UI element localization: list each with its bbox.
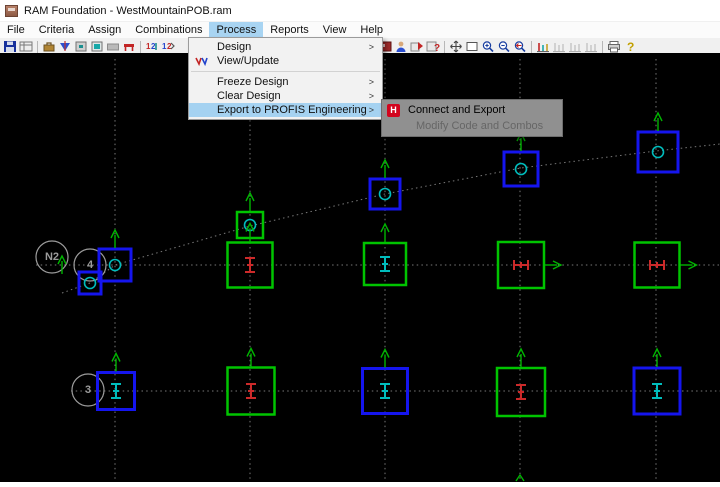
show-beams-icon (551, 40, 567, 54)
menu-item-label: Export to PROFIS Engineering (217, 104, 367, 116)
process-menu-item-design[interactable]: Design > (189, 40, 382, 54)
show-walls-icon (567, 40, 583, 54)
grid-bubble-3: 3 (71, 373, 105, 407)
menu-item-label: View/Update (217, 55, 280, 67)
title-bar: RAM Foundation - WestMountainPOB.ram (0, 0, 720, 22)
slab-icon[interactable] (105, 40, 121, 54)
profis-submenu-item-connect-and-export[interactable]: H Connect and Export (382, 102, 562, 118)
foundation-5[interactable] (636, 111, 680, 174)
menu-item-label: Freeze Design (217, 76, 289, 88)
pan-icon[interactable] (448, 40, 464, 54)
submenu-arrow-icon: > (368, 105, 374, 115)
column-hbeam-symbol (649, 260, 665, 270)
submenu-arrow-icon: > (368, 77, 374, 87)
menu-bar: File Criteria Assign Combinations Process Rep… (0, 22, 720, 38)
svg-text:?: ? (627, 40, 634, 53)
grade-beam-icon[interactable] (121, 40, 137, 54)
query-icon[interactable]: ? (425, 40, 441, 54)
assign-user-icon[interactable] (393, 40, 409, 54)
criteria-box-icon[interactable] (41, 40, 57, 54)
report-preview-icon[interactable] (18, 40, 34, 54)
menubar-item-process[interactable]: Process (209, 22, 264, 38)
pile-circle-symbol (83, 276, 97, 290)
design-footing-icon[interactable]: 12 (144, 40, 160, 54)
process-menu-item-export-to-profis-engineering[interactable]: Export to PROFIS Engineering > (189, 103, 382, 117)
menubar-item-assign[interactable]: Assign (81, 22, 128, 38)
profis-engineering-submenu: H Connect and Export Modify Code and Combo… (381, 99, 563, 137)
pile-circle-symbol (514, 162, 528, 176)
submenu-arrow-icon: > (368, 91, 374, 101)
profis-submenu-item-modify-code-and-combos: Modify Code and Combos (382, 118, 562, 134)
footing-outline (502, 150, 540, 188)
pile-circle-symbol (651, 145, 665, 159)
show-braces-icon (583, 40, 599, 54)
hilti-icon: H (387, 103, 400, 117)
submenu-arrow-icon: > (368, 42, 374, 52)
footing-icon[interactable] (73, 40, 89, 54)
menubar-item-combinations[interactable]: Combinations (128, 22, 209, 38)
grid-bubble-label: 3 (85, 384, 91, 396)
menubar-item-criteria[interactable]: Criteria (32, 22, 81, 38)
zoom-in-icon[interactable] (480, 40, 496, 54)
foundation-11[interactable] (96, 351, 136, 411)
toolbar-separator (140, 40, 141, 53)
foundation-13[interactable] (361, 347, 409, 415)
design-pile-icon[interactable]: 12 (160, 40, 176, 54)
toolbar-separator (37, 40, 38, 53)
footing-outline (636, 130, 680, 174)
show-columns-icon[interactable] (535, 40, 551, 54)
svg-text:?: ? (434, 43, 440, 53)
grid-bubble-label: N2 (45, 251, 59, 263)
column-hbeam-symbol (513, 260, 529, 270)
toolbar-separator (531, 40, 532, 53)
pile-layout-icon[interactable] (57, 40, 73, 54)
menu-separator (191, 71, 380, 72)
zoom-window-icon[interactable] (464, 40, 480, 54)
menubar-item-view[interactable]: View (316, 22, 354, 38)
process-run-icon[interactable] (409, 40, 425, 54)
save-icon[interactable] (2, 40, 18, 54)
foundation-4[interactable] (502, 131, 540, 188)
toolbar-separator (602, 40, 603, 53)
toolbar-separator (444, 40, 445, 53)
toolbar-left-group: 1212 (0, 40, 176, 54)
process-menu-item-clear-design[interactable]: Clear Design > (189, 89, 382, 103)
footing-teal-icon[interactable] (89, 40, 105, 54)
menubar-item-help[interactable]: Help (353, 22, 390, 38)
help-icon[interactable]: ? (622, 40, 638, 54)
foundation-7[interactable] (226, 221, 274, 289)
submenu-item-label: Modify Code and Combos (416, 120, 544, 132)
menu-item-label: Clear Design (217, 90, 281, 102)
print-icon[interactable] (606, 40, 622, 54)
menu-item-label: Design (217, 41, 252, 53)
zoom-previous-icon[interactable] (512, 40, 528, 54)
grid-bubble-label: 4 (87, 259, 94, 271)
foundation-15[interactable] (632, 347, 682, 416)
menubar-item-reports[interactable]: Reports (263, 22, 316, 38)
foundation-14[interactable] (495, 347, 547, 418)
submenu-item-label: Connect and Export (408, 104, 506, 116)
foundation-3[interactable] (368, 158, 402, 211)
foundation-12[interactable] (226, 346, 276, 416)
process-menu-item-view-update[interactable]: View/Update (189, 54, 382, 68)
view-update-icon (195, 55, 209, 67)
column-ibeam-symbol (652, 383, 662, 399)
column-ibeam-symbol (516, 384, 526, 400)
process-menu-item-freeze-design[interactable]: Freeze Design > (189, 75, 382, 89)
column-ibeam-symbol (380, 256, 390, 272)
app-icon (5, 4, 18, 17)
window-title: RAM Foundation - WestMountainPOB.ram (24, 4, 232, 17)
zoom-out-icon[interactable] (496, 40, 512, 54)
process-menu-dropdown: Design > View/Update Freeze Design > Clear De… (188, 37, 383, 120)
menubar-item-file[interactable]: File (0, 22, 32, 38)
grid-line-diagonal (61, 143, 720, 294)
